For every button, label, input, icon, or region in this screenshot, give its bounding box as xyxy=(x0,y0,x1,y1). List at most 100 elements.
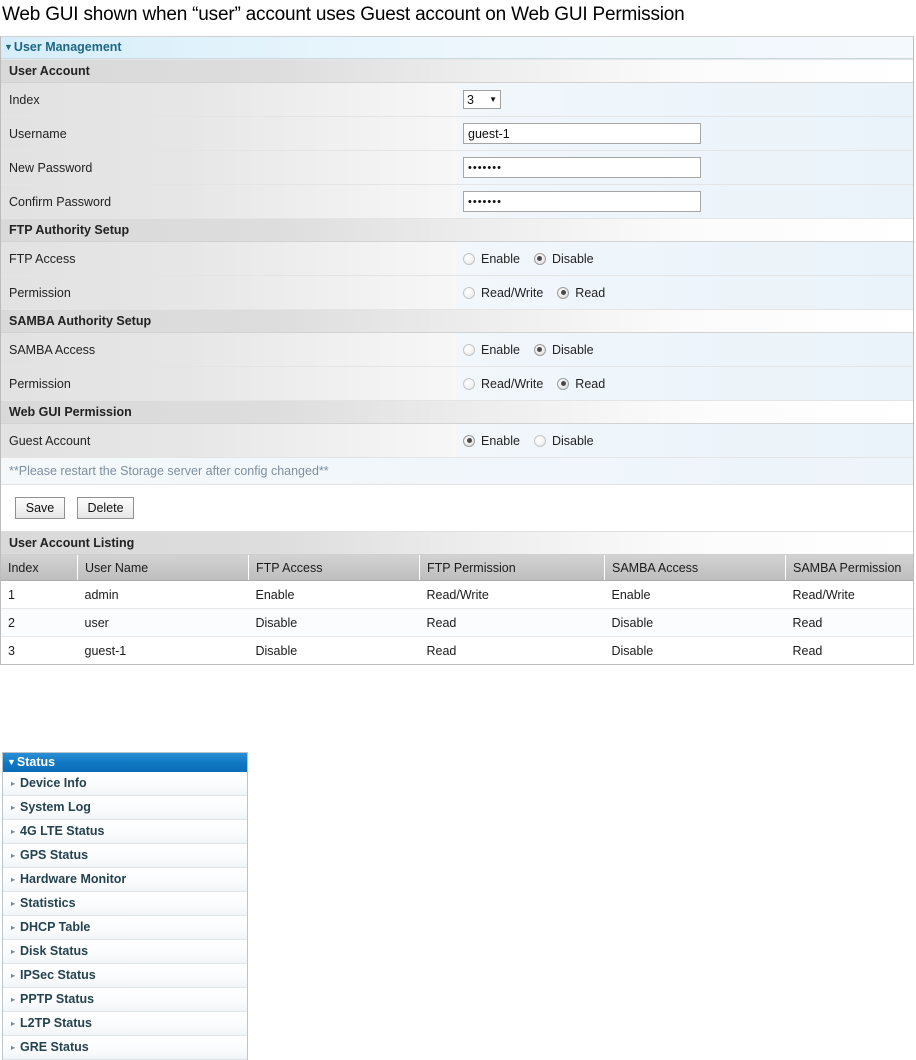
sidebar-header-status[interactable]: ▼Status xyxy=(3,753,247,772)
sidebar-item-l2tp-status[interactable]: L2TP Status xyxy=(3,1012,247,1036)
radio-on-icon xyxy=(557,286,570,299)
sidebar-item-label: IPSec Status xyxy=(20,968,96,982)
row-index: Index 3 ▼ xyxy=(1,82,913,117)
cell-index: 1 xyxy=(1,580,78,609)
confirm-password-label: Confirm Password xyxy=(1,184,457,219)
sidebar-item-system-log[interactable]: System Log xyxy=(3,796,247,820)
guest-account-label: Guest Account xyxy=(1,423,457,458)
status-sidebar: ▼Status Device Info System Log 4G LTE St… xyxy=(2,752,248,1060)
new-password-input[interactable]: ••••••• xyxy=(463,157,701,178)
ftp-access-radio-enable[interactable]: Enable xyxy=(463,252,520,266)
radio-off-icon xyxy=(463,252,475,265)
table-row[interactable]: 3 guest-1 Disable Read Disable Read xyxy=(1,636,913,664)
cell-samba-permission: Read xyxy=(785,636,913,664)
sidebar-item-dhcp-table[interactable]: DHCP Table xyxy=(3,916,247,940)
ftp-access-option-0-label: Enable xyxy=(481,251,520,266)
sidebar-item-statistics[interactable]: Statistics xyxy=(3,892,247,916)
samba-access-option-1-label: Disable xyxy=(551,342,594,357)
cell-index: 2 xyxy=(1,608,78,637)
sidebar-item-gre-status[interactable]: GRE Status xyxy=(3,1036,247,1060)
sidebar-item-ipsec-status[interactable]: IPSec Status xyxy=(3,964,247,988)
sidebar-item-pptp-status[interactable]: PPTP Status xyxy=(3,988,247,1012)
new-password-value-cell: ••••••• xyxy=(457,150,913,185)
guest-account-radio-disable[interactable]: Disable xyxy=(533,434,594,448)
table-row[interactable]: 1 admin Enable Read/Write Enable Read/Wr… xyxy=(1,580,913,609)
cell-samba-access: Disable xyxy=(604,636,786,664)
table-header-row: Index User Name FTP Access FTP Permissio… xyxy=(1,555,913,581)
ftp-permission-label: Permission xyxy=(1,275,457,310)
sidebar-item-gps-status[interactable]: GPS Status xyxy=(3,844,247,868)
username-value-cell: guest-1 xyxy=(457,116,913,151)
cell-ftp-permission: Read/Write xyxy=(419,580,605,609)
ftp-permission-radio-readwrite[interactable]: Read/Write xyxy=(463,286,543,300)
samba-permission-radio-readwrite[interactable]: Read/Write xyxy=(463,377,543,391)
section-header-user-account-label: User Account xyxy=(1,59,913,83)
row-ftp-permission: Permission Read/Write Read xyxy=(1,275,913,310)
confirm-password-input[interactable]: ••••••• xyxy=(463,191,701,212)
radio-off-icon xyxy=(463,286,475,299)
row-new-password: New Password ••••••• xyxy=(1,150,913,185)
section-header-ftp-authority: FTP Authority Setup xyxy=(1,218,913,242)
ftp-access-label: FTP Access xyxy=(1,241,457,276)
sidebar-item-label: DHCP Table xyxy=(20,920,91,934)
user-management-panel: ▼User Management User Account Index 3 ▼ … xyxy=(0,36,914,665)
cell-user-name: user xyxy=(77,608,249,637)
samba-access-label: SAMBA Access xyxy=(1,332,457,367)
user-account-listing-table: Index User Name FTP Access FTP Permissio… xyxy=(1,555,913,664)
sidebar-item-label: 4G LTE Status xyxy=(20,824,105,838)
sidebar-item-label: GRE Status xyxy=(20,1040,89,1054)
radio-on-icon xyxy=(533,343,546,356)
cell-samba-permission: Read/Write xyxy=(785,580,913,609)
ftp-permission-value-cell: Read/Write Read xyxy=(457,275,913,310)
section-header-samba-authority-label: SAMBA Authority Setup xyxy=(1,309,913,333)
page-caption: Web GUI shown when “user” account uses G… xyxy=(2,4,685,25)
table-row[interactable]: 2 user Disable Read Disable Read xyxy=(1,608,913,637)
ftp-access-radio-group: Enable Disable xyxy=(463,252,913,266)
sidebar-item-hardware-monitor[interactable]: Hardware Monitor xyxy=(3,868,247,892)
row-samba-permission: Permission Read/Write Read xyxy=(1,366,913,401)
action-buttons-cell: Save Delete xyxy=(1,484,913,532)
section-header-user-account-listing-label: User Account Listing xyxy=(1,531,913,555)
username-input[interactable]: guest-1 xyxy=(463,123,701,144)
new-password-label: New Password xyxy=(1,150,457,185)
guest-account-radio-enable[interactable]: Enable xyxy=(463,434,520,448)
save-button[interactable]: Save xyxy=(15,497,65,519)
index-label: Index xyxy=(1,82,457,117)
radio-on-icon xyxy=(557,377,570,390)
cell-user-name: admin xyxy=(77,580,249,609)
samba-access-radio-disable[interactable]: Disable xyxy=(533,342,594,357)
radio-on-icon xyxy=(533,252,546,265)
delete-button[interactable]: Delete xyxy=(77,497,134,519)
collapse-triangle-icon[interactable]: ▼ xyxy=(7,757,16,767)
cell-index: 3 xyxy=(1,636,78,664)
radio-off-icon xyxy=(463,343,475,356)
cell-samba-permission: Read xyxy=(785,608,913,637)
samba-access-radio-group: Enable Disable xyxy=(463,343,913,357)
samba-access-value-cell: Enable Disable xyxy=(457,332,913,367)
index-select[interactable]: 3 ▼ xyxy=(463,90,501,109)
sidebar-item-disk-status[interactable]: Disk Status xyxy=(3,940,247,964)
section-header-ftp-authority-label: FTP Authority Setup xyxy=(1,218,913,242)
collapse-triangle-icon[interactable]: ▼ xyxy=(4,42,13,52)
sidebar-item-4g-lte-status[interactable]: 4G LTE Status xyxy=(3,820,247,844)
sidebar-item-device-info[interactable]: Device Info xyxy=(3,772,247,796)
column-header-samba-access: SAMBA Access xyxy=(604,555,786,581)
row-action-buttons: Save Delete xyxy=(1,484,913,532)
cell-ftp-access: Disable xyxy=(248,608,420,637)
samba-permission-radio-read[interactable]: Read xyxy=(557,377,605,391)
cell-samba-access: Enable xyxy=(604,580,786,609)
cell-ftp-access: Disable xyxy=(248,636,420,664)
section-header-web-gui-permission: Web GUI Permission xyxy=(1,400,913,424)
panel-title-bar[interactable]: ▼User Management xyxy=(1,37,913,59)
column-header-user-name: User Name xyxy=(77,555,249,581)
guest-account-radio-group: Enable Disable xyxy=(463,434,913,448)
section-header-web-gui-permission-label: Web GUI Permission xyxy=(1,400,913,424)
samba-access-radio-enable[interactable]: Enable xyxy=(463,343,520,357)
ftp-access-radio-disable[interactable]: Disable xyxy=(533,252,594,266)
ftp-permission-radio-read[interactable]: Read xyxy=(557,286,605,300)
section-header-user-account-listing: User Account Listing xyxy=(1,531,913,555)
column-header-ftp-access: FTP Access xyxy=(248,555,420,581)
guest-account-value-cell: Enable Disable xyxy=(457,423,913,458)
row-username: Username guest-1 xyxy=(1,116,913,151)
sidebar-item-label: Statistics xyxy=(20,896,76,910)
